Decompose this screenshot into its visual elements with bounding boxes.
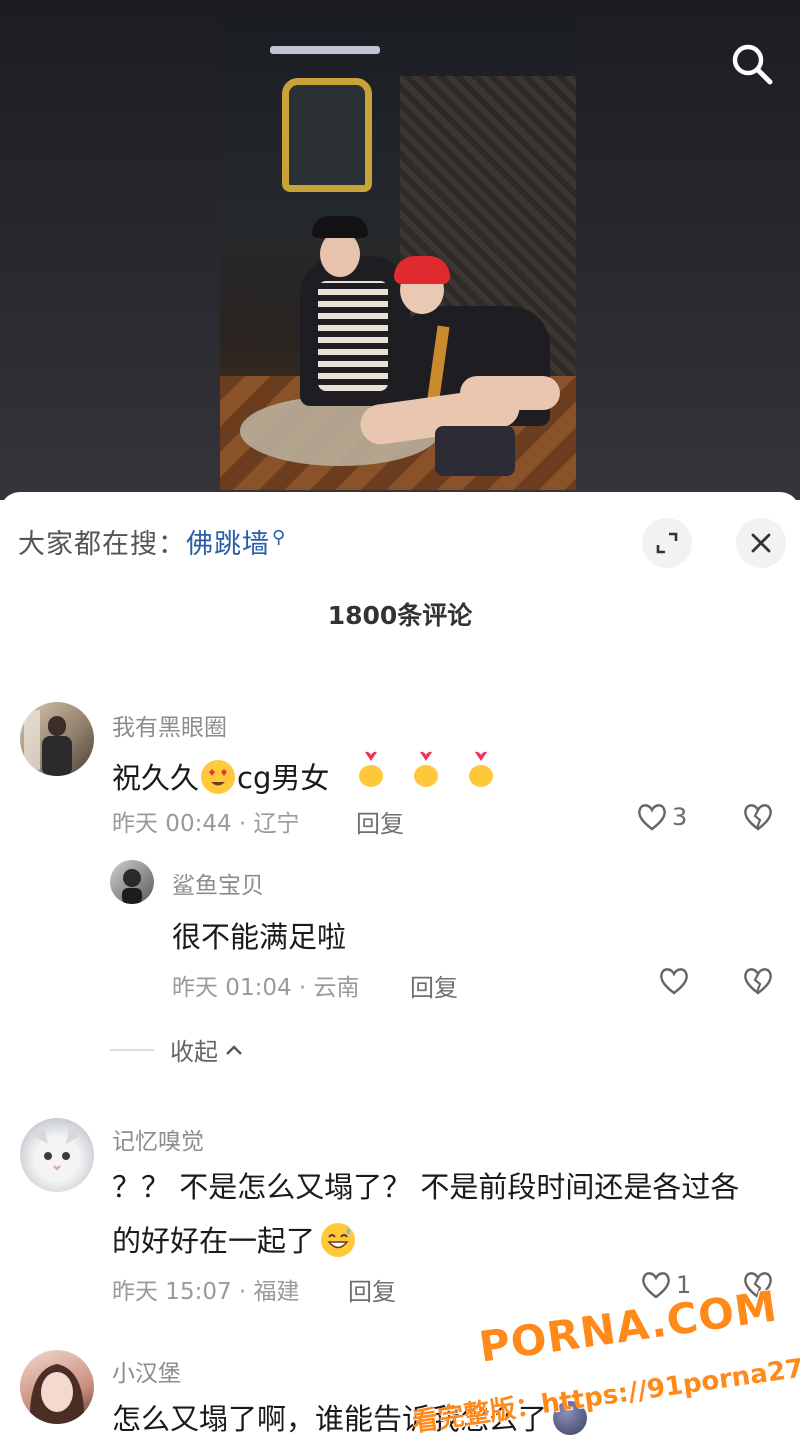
- avatar[interactable]: [110, 860, 154, 904]
- reply-button[interactable]: 回复: [410, 968, 458, 1003]
- heart-icon: [660, 968, 688, 995]
- like-button[interactable]: 1: [640, 1270, 691, 1300]
- divider-line: [110, 1048, 154, 1051]
- comment-text-line-2: 的好好在一起了: [112, 1218, 357, 1260]
- boots: [435, 426, 515, 476]
- like-count: 1: [676, 1271, 692, 1299]
- close-icon: [751, 533, 771, 553]
- video-area[interactable]: [0, 0, 800, 500]
- chevron-up-icon: [226, 1044, 242, 1055]
- avatar[interactable]: [20, 702, 94, 776]
- grinning-sweat-emoji-icon: [321, 1223, 356, 1257]
- search-icon[interactable]: [728, 40, 776, 88]
- like-count: 3: [672, 803, 688, 831]
- video-frame[interactable]: [220, 16, 576, 490]
- collapse-label: 收起: [170, 1038, 218, 1066]
- leg: [460, 376, 560, 410]
- broken-heart-icon: [744, 968, 772, 995]
- finger-heart-emoji-icon: [463, 751, 499, 795]
- red-hair: [394, 256, 450, 284]
- dislike-button[interactable]: [742, 1270, 774, 1304]
- hot-search-keyword[interactable]: 佛跳墙: [186, 529, 270, 560]
- like-button[interactable]: 3: [636, 802, 687, 832]
- comment-text: 祝久久 cg男女: [112, 748, 499, 797]
- finger-heart-emoji-icon: [408, 751, 453, 795]
- hot-search-bar: 大家都在搜：佛跳墙 ⚲: [18, 522, 286, 561]
- broken-heart-icon: [744, 1272, 772, 1299]
- ceiling-light: [270, 46, 380, 54]
- hot-search-prefix: 大家都在搜：: [18, 529, 186, 560]
- comment-time-location: 昨天 00:44 · 辽宁: [112, 811, 300, 837]
- comment-time-location: 昨天 15:07 · 福建: [112, 1279, 300, 1305]
- finger-heart-emoji-icon: [353, 751, 398, 795]
- comment-text: 怎么又塌了啊，谁能告诉我怎么了: [112, 1396, 589, 1438]
- collapse-replies-button[interactable]: 收起: [110, 1032, 244, 1067]
- broken-heart-icon: [744, 804, 772, 831]
- dislike-button[interactable]: [742, 966, 774, 1000]
- expand-icon: [656, 532, 678, 554]
- gold-mirror: [282, 78, 372, 192]
- comment-sheet: 大家都在搜：佛跳墙 ⚲ 1800条评论 我有黑眼圈 祝久久 cg男女 昨天 00…: [0, 492, 800, 1453]
- reply-text: 很不能满足啦: [172, 920, 347, 954]
- reply-button[interactable]: 回复: [348, 1272, 396, 1307]
- comment-text-part: 祝久久: [112, 761, 200, 795]
- striped-shirt: [318, 281, 388, 391]
- heart-icon: [642, 1272, 670, 1299]
- dislike-button[interactable]: [742, 802, 774, 836]
- hat: [312, 216, 368, 238]
- like-button[interactable]: [658, 966, 690, 996]
- close-button[interactable]: [736, 518, 786, 568]
- heart-icon: [638, 804, 666, 831]
- reply-time-location: 昨天 01:04 · 云南: [172, 975, 360, 1001]
- expand-button[interactable]: [642, 518, 692, 568]
- reply-username[interactable]: 鲨鱼宝贝: [172, 866, 264, 900]
- comment-username[interactable]: 小汉堡: [112, 1354, 181, 1388]
- avatar[interactable]: [20, 1350, 94, 1424]
- comment-count: 1800条评论: [327, 601, 473, 630]
- search-icon: ⚲: [272, 527, 287, 548]
- comment-username[interactable]: 记忆嗅觉: [112, 1122, 204, 1156]
- comment-username[interactable]: 我有黑眼圈: [112, 708, 227, 742]
- comment-text-part: cg男女: [237, 761, 330, 795]
- comment-text-line: ？？ 不是怎么又塌了？ 不是前段时间还是各过各: [112, 1170, 740, 1204]
- comment-text-part: 怎么又塌了啊，谁能告诉我怎么了: [112, 1402, 548, 1436]
- avatar[interactable]: [20, 1118, 94, 1192]
- heart-eyes-emoji-icon: [201, 760, 236, 794]
- dark-face-emoji-icon: [553, 1401, 588, 1435]
- reply-button[interactable]: 回复: [356, 804, 404, 839]
- comment-text-part: 的好好在一起了: [112, 1224, 316, 1258]
